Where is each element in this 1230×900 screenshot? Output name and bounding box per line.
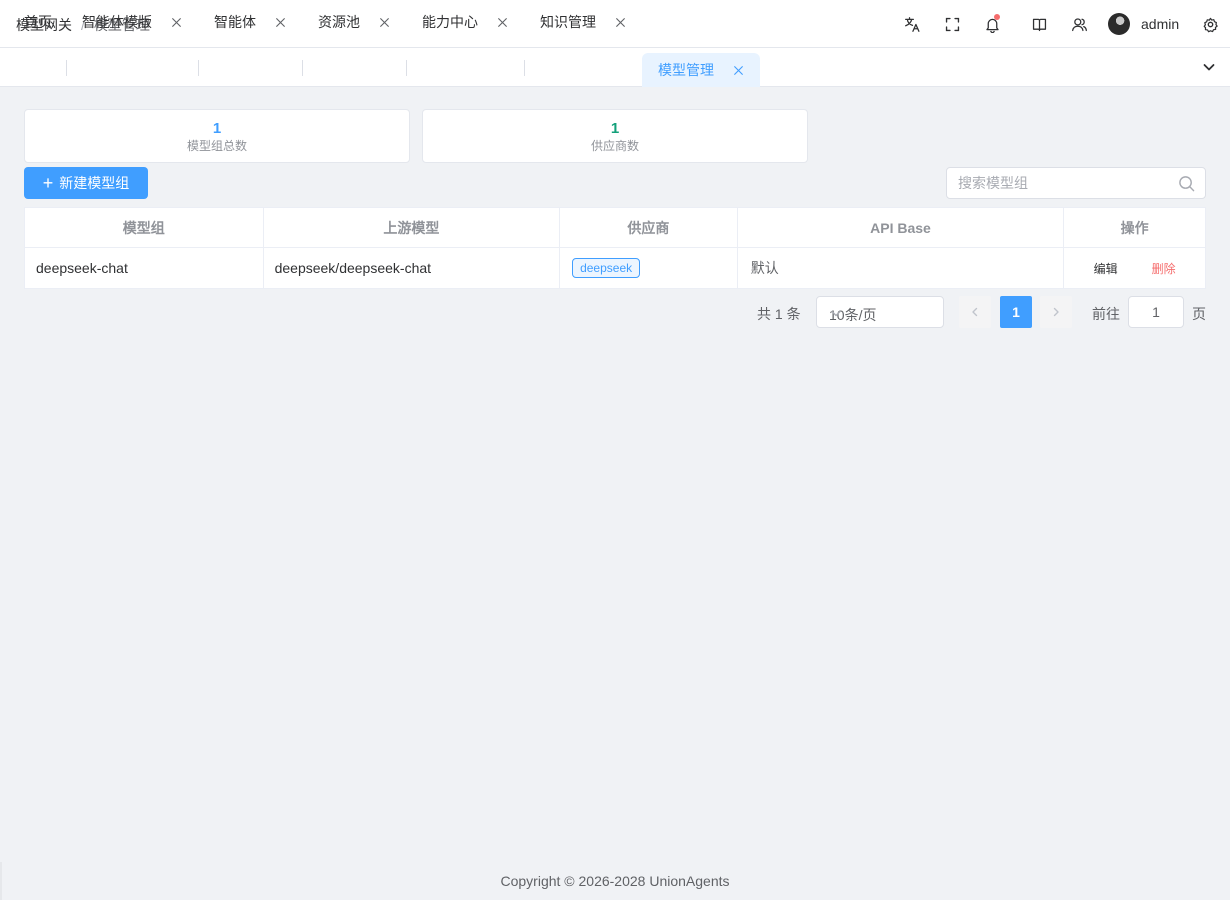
tab-label: 智能体模版	[82, 14, 152, 30]
close-icon[interactable]	[170, 16, 182, 28]
footer-copyright: Copyright © 2026-2028 UnionAgents	[500, 873, 730, 889]
cell-upstream-model: deepseek/deepseek-chat	[264, 248, 561, 288]
close-icon[interactable]	[378, 16, 390, 28]
tabs-bar	[0, 48, 1230, 87]
close-icon[interactable]	[732, 64, 744, 76]
tab-home[interactable]: 首页	[24, 5, 52, 39]
column-header-api-base: API Base	[738, 208, 1065, 247]
table-header-row: 模型组 上游模型 供应商 API Base 操作	[25, 208, 1205, 248]
book-icon[interactable]	[1029, 14, 1049, 34]
new-model-group-button[interactable]: + 新建模型组	[24, 167, 148, 199]
chevron-right-icon	[1053, 307, 1059, 317]
tab-label: 首页	[24, 14, 52, 30]
edge-handle	[0, 862, 2, 900]
model-group-table: 模型组 上游模型 供应商 API Base 操作 deepseek-chat d…	[24, 207, 1206, 289]
stat-card-providers: 1 供应商数	[422, 109, 808, 163]
search-icon[interactable]	[1178, 175, 1195, 192]
tab-knowledge-management[interactable]: 知识管理	[540, 5, 626, 39]
tab-divider	[66, 60, 67, 76]
cell-provider: deepseek	[560, 248, 738, 288]
column-header-model-group: 模型组	[25, 208, 264, 247]
tab-capability-center[interactable]: 能力中心	[422, 5, 508, 39]
page-size-select[interactable]: 10条/页	[816, 296, 944, 328]
username[interactable]: admin	[1141, 16, 1179, 32]
translate-icon[interactable]	[902, 14, 922, 34]
stat-card-model-groups: 1 模型组总数	[24, 109, 410, 163]
tab-divider	[302, 60, 303, 76]
bell-icon[interactable]	[982, 14, 1002, 34]
stat-value: 1	[610, 120, 620, 137]
close-icon[interactable]	[496, 16, 508, 28]
page-suffix-label: 页	[1192, 306, 1206, 322]
chevron-down-icon[interactable]	[1201, 59, 1217, 75]
provider-tag: deepseek	[572, 258, 641, 278]
next-page-button[interactable]	[1040, 296, 1072, 328]
tab-agents[interactable]: 智能体	[214, 5, 286, 39]
gear-icon[interactable]	[1200, 14, 1220, 34]
cell-model-group: deepseek-chat	[25, 248, 264, 288]
fullscreen-icon[interactable]	[942, 14, 962, 34]
goto-page-input[interactable]	[1128, 296, 1184, 328]
stat-value: 1	[212, 120, 222, 137]
stat-label: 模型组总数	[186, 139, 247, 153]
search-input[interactable]	[958, 175, 1168, 191]
tab-agent-templates[interactable]: 智能体模版	[82, 5, 182, 39]
search-box[interactable]	[946, 167, 1206, 199]
tab-divider	[198, 60, 199, 76]
tab-divider	[524, 60, 525, 76]
delete-button[interactable]: 删除	[1152, 260, 1176, 277]
pagination-total: 共 1 条	[757, 306, 801, 322]
plus-icon: +	[42, 173, 54, 193]
close-icon[interactable]	[274, 16, 286, 28]
tab-resource-pool[interactable]: 资源池	[318, 5, 390, 39]
goto-label: 前往	[1092, 306, 1120, 322]
chevron-left-icon	[972, 307, 978, 317]
table-row: deepseek-chat deepseek/deepseek-chat dee…	[25, 248, 1205, 288]
tab-label: 智能体	[214, 14, 256, 30]
column-header-upstream-model: 上游模型	[264, 208, 561, 247]
stat-label: 供应商数	[590, 139, 639, 153]
edit-button[interactable]: 编辑	[1094, 260, 1118, 277]
tab-label: 模型管理	[658, 62, 714, 78]
notification-dot	[994, 14, 1000, 20]
cell-actions: 编辑 删除	[1064, 248, 1205, 288]
cell-api-base: 默认	[738, 248, 1065, 288]
column-header-provider: 供应商	[560, 208, 738, 247]
page-number-current[interactable]: 1	[1000, 296, 1032, 328]
tab-label: 知识管理	[540, 14, 596, 30]
user-icon[interactable]	[1069, 14, 1089, 34]
new-model-group-label: 新建模型组	[59, 175, 130, 191]
tab-model-management[interactable]: 模型管理	[642, 53, 760, 87]
tab-label: 能力中心	[422, 14, 478, 30]
close-icon[interactable]	[614, 16, 626, 28]
tab-label: 资源池	[318, 14, 360, 30]
avatar[interactable]	[1108, 13, 1130, 35]
column-header-actions: 操作	[1120, 219, 1149, 236]
chevron-down-icon	[829, 306, 843, 320]
tab-divider	[406, 60, 407, 76]
prev-page-button[interactable]	[959, 296, 991, 328]
